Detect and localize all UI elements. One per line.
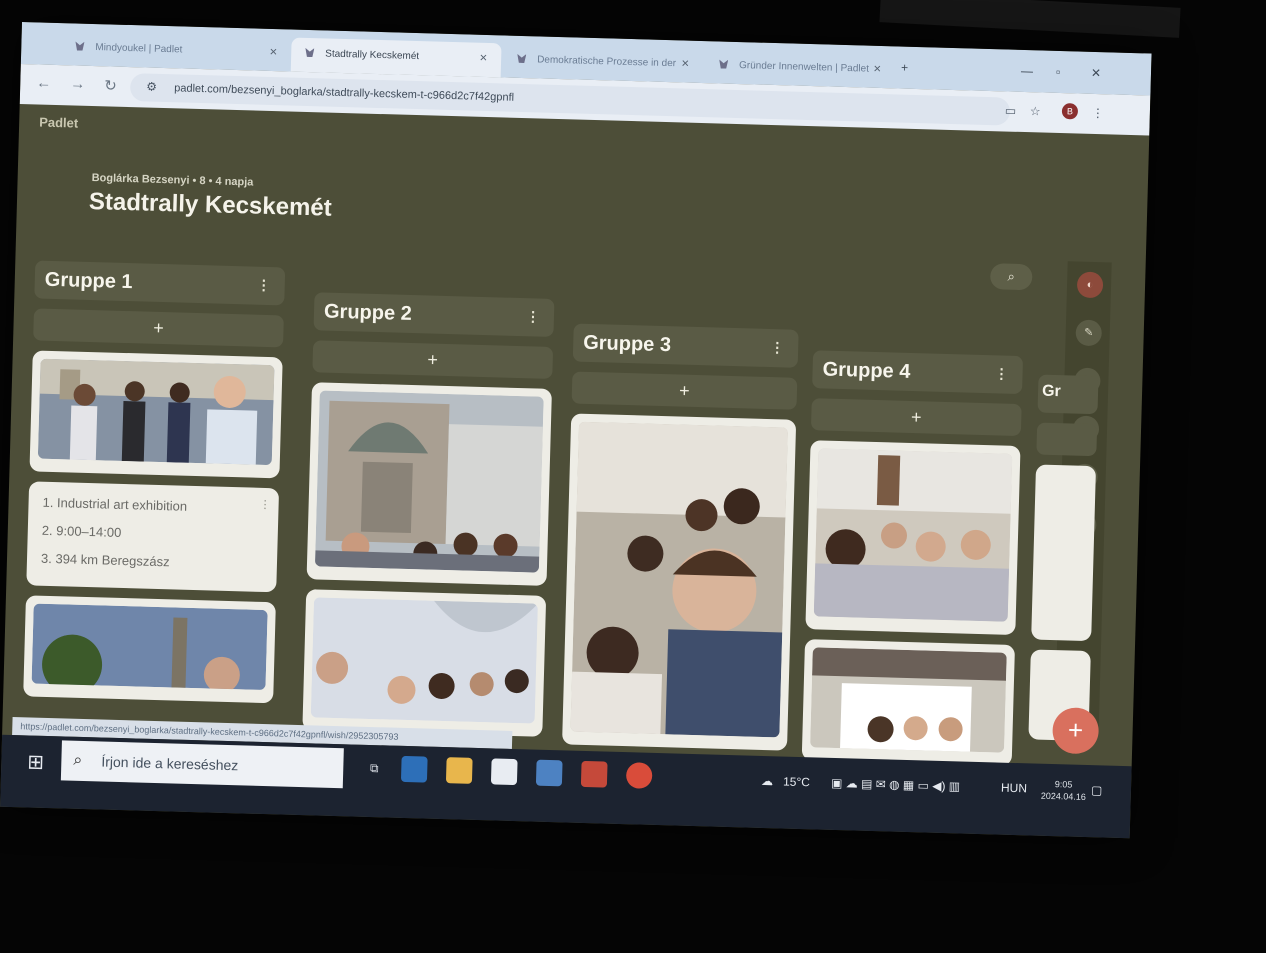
add-post-fab[interactable]: + [1051,707,1100,755]
search-placeholder: Írjon ide a kereséshez [101,753,239,774]
minimize-icon[interactable]: — [1021,64,1033,78]
group-photo [810,647,1007,753]
group-photo [314,390,544,573]
notification-icon[interactable]: ▢ [1091,783,1103,797]
post-card[interactable] [805,440,1021,635]
language-indicator[interactable]: HUN [1001,781,1027,796]
group-photo [31,603,268,695]
projector-frame [879,0,1181,38]
padlet-logo[interactable]: Padlet [39,115,78,131]
column-gruppe-4: Gruppe 4 ⋮ + [801,350,1024,766]
column-gruppe-3: Gruppe 3 ⋮ + [562,323,799,751]
kebab-icon[interactable]: ⋮ [259,494,271,516]
close-icon[interactable]: × [269,44,277,59]
close-icon[interactable]: × [873,61,881,76]
tab-label: Demokratische Prozesse in der [536,54,677,70]
text-post-card[interactable]: ⋮ 1. Industrial art exhibition 2. 9:00–1… [26,481,280,593]
new-tab-button[interactable]: + [901,61,908,75]
column-partial: Gr [1028,374,1099,742]
padlet-icon[interactable]: ◐ [1076,271,1104,299]
kebab-icon[interactable]: ⋮ [770,339,784,356]
column-gruppe-1: Gruppe 1 ⋮ + ⋮ 1. Industrial art exhibit… [23,260,286,704]
padlet-icon [75,42,84,51]
column-title: Gruppe 4 [822,358,911,383]
store-icon[interactable] [490,758,518,786]
kebab-icon[interactable]: ⋮ [526,308,540,325]
file-explorer-icon[interactable] [445,757,473,784]
board-meta: Boglárka Bezsenyi • 8 • 4 napja [91,172,254,189]
group-photo [37,358,275,466]
search-icon: ⌕ [73,751,83,769]
post-card[interactable] [306,382,552,586]
add-post-button[interactable]: + [33,308,284,348]
tab-label: Gründer Innenwelten | Padlet [738,60,870,75]
add-post-button[interactable]: + [312,340,554,379]
profile-avatar[interactable]: B [1061,103,1079,120]
weather-temp[interactable]: 15°C [783,775,810,790]
column-header: Gruppe 1 ⋮ [34,260,286,306]
cloud-icon: ☁ [760,773,774,789]
post-card[interactable] [302,589,547,737]
column-header: Gruppe 2 ⋮ [313,292,555,337]
column-title: Gruppe 3 [582,331,672,357]
back-icon[interactable]: ← [36,74,51,91]
post-card[interactable] [29,350,283,479]
add-post-button[interactable]: + [571,371,798,410]
post-card[interactable] [1031,464,1097,642]
post-line: 3. 394 km Beregszász [40,550,170,570]
close-icon[interactable]: × [479,50,487,65]
close-icon[interactable]: × [681,55,689,70]
add-post-button[interactable] [1036,422,1098,457]
reload-icon[interactable]: ↻ [104,76,117,94]
column-title: Gruppe 1 [44,268,133,294]
site-info-icon[interactable]: ⚙ [146,79,157,93]
system-tray-icons[interactable]: ▣ ☁ ▤ ✉ ◍ ▦ ▭ ◀) ▥ [831,776,960,794]
forward-icon[interactable]: → [70,75,85,92]
clock[interactable]: 9:05 2024.04.16 [1041,778,1087,803]
column-header: Gr [1037,374,1099,415]
close-window-icon[interactable]: ✕ [1091,66,1101,80]
padlet-icon [517,54,526,63]
maximize-icon[interactable]: ▫ [1056,65,1061,79]
projected-screen: Mindyoukel | Padlet × Stadtrally Kecskem… [0,22,1152,839]
group-photo [570,421,788,738]
search-icon[interactable]: ⌕ [989,263,1033,291]
post-line: 2. 9:00–14:00 [41,522,122,540]
post-card[interactable] [562,413,797,751]
browser-tab[interactable]: Demokratische Prozesse in der × [503,43,704,83]
cast-icon[interactable]: ▭ [1005,103,1017,117]
column-title: Gr [1041,382,1061,401]
tab-label: Mindyoukel | Padlet [95,42,183,56]
group-photo [310,597,538,724]
post-line: 1. Industrial art exhibition [42,494,188,514]
column-header: Gruppe 3 ⋮ [572,323,799,368]
post-card[interactable] [801,639,1015,766]
column-gruppe-2: Gruppe 2 ⋮ + [302,292,555,737]
chrome-icon[interactable] [625,762,653,789]
board-title: Stadtrally Kecskemét [88,187,333,222]
task-view-icon[interactable]: ⧉ [361,755,388,782]
menu-icon[interactable]: ⋮ [1092,106,1104,120]
url-text: padlet.com/bezsenyi_boglarka/stadtrally-… [174,82,515,104]
kebab-icon[interactable]: ⋮ [994,365,1008,382]
bookmark-star-icon[interactable]: ☆ [1030,104,1041,118]
column-title: Gruppe 2 [323,300,413,325]
kebab-icon[interactable]: ⋮ [257,277,271,294]
group-photo [813,448,1013,622]
column-header: Gruppe 4 ⋮ [812,350,1024,395]
edit-icon[interactable]: ✎ [1075,319,1103,347]
add-post-button[interactable]: + [810,398,1022,437]
edge-icon[interactable] [400,755,428,783]
mail-icon[interactable] [535,759,563,787]
browser-tab[interactable]: Gründer Innenwelten | Padlet × [705,49,896,88]
tab-label: Stadtrally Kecskemét [325,48,420,63]
clock-date: 2024.04.16 [1040,790,1086,803]
padlet-icon [719,59,728,68]
padlet-icon [305,48,314,57]
taskbar-search[interactable]: ⌕ Írjon ide a kereséshez [60,740,344,789]
powerpoint-icon[interactable] [580,760,608,788]
post-card[interactable] [23,595,276,704]
windows-start-icon[interactable]: ⊞ [27,749,44,774]
